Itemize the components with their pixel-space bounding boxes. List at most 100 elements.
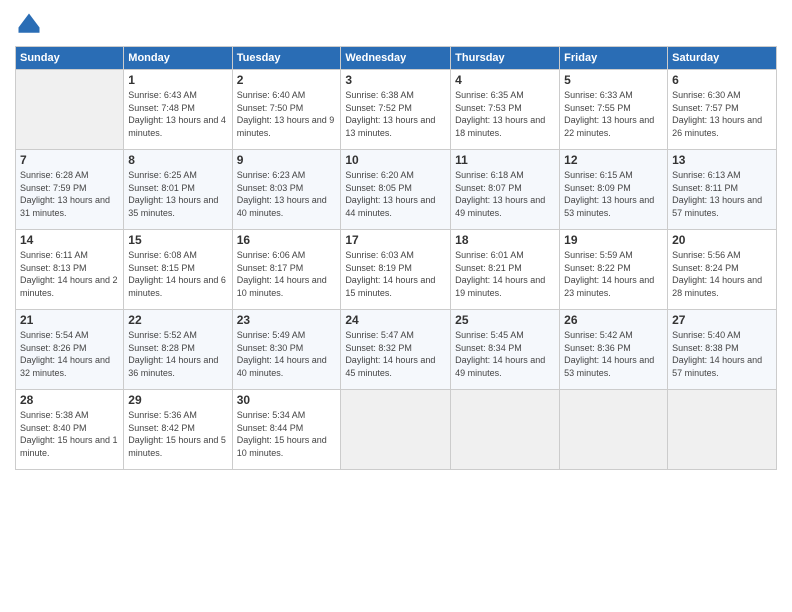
cell-day-number: 7: [20, 153, 119, 167]
calendar-cell: 3Sunrise: 6:38 AMSunset: 7:52 PMDaylight…: [341, 70, 451, 150]
cell-info: Sunrise: 5:47 AMSunset: 8:32 PMDaylight:…: [345, 329, 446, 379]
calendar-cell: 13 Sunrise: 6:13 AMSunset: 8:11 PMDayligh…: [668, 150, 777, 230]
cell-day-number: 29: [128, 393, 227, 407]
calendar-body: 1Sunrise: 6:43 AMSunset: 7:48 PMDaylight…: [16, 70, 777, 470]
cell-info: Sunrise: 5:42 AMSunset: 8:36 PMDaylight:…: [564, 329, 663, 379]
cell-info: Sunrise: 6:35 AMSunset: 7:53 PMDaylight:…: [455, 89, 555, 139]
cell-info: Sunrise: 6:06 AMSunset: 8:17 PMDaylight:…: [237, 249, 337, 299]
calendar-cell: 25 Sunrise: 5:45 AMSunset: 8:34 PMDayligh…: [451, 310, 560, 390]
cell-day-number: 6: [672, 73, 772, 87]
calendar-cell: 19 Sunrise: 5:59 AMSunset: 8:22 PMDayligh…: [560, 230, 668, 310]
calendar-cell: 30 Sunrise: 5:34 AMSunset: 8:44 PMDayligh…: [232, 390, 341, 470]
calendar-cell: 22 Sunrise: 5:52 AMSunset: 8:28 PMDayligh…: [124, 310, 232, 390]
calendar-cell: 8 Sunrise: 6:25 AMSunset: 8:01 PMDaylight…: [124, 150, 232, 230]
cell-day-number: 16: [237, 233, 337, 247]
calendar-cell: [341, 390, 451, 470]
cell-info: Sunrise: 5:45 AMSunset: 8:34 PMDaylight:…: [455, 329, 555, 379]
cell-info: Sunrise: 5:52 AMSunset: 8:28 PMDaylight:…: [128, 329, 227, 379]
calendar-cell: 28Sunrise: 5:38 AMSunset: 8:40 PMDayligh…: [16, 390, 124, 470]
cell-info: Sunrise: 6:15 AMSunset: 8:09 PMDaylight:…: [564, 169, 663, 219]
cell-day-number: 27: [672, 313, 772, 327]
calendar-cell: 15 Sunrise: 6:08 AMSunset: 8:15 PMDayligh…: [124, 230, 232, 310]
cell-info: Sunrise: 6:13 AMSunset: 8:11 PMDaylight:…: [672, 169, 772, 219]
calendar-cell: 12 Sunrise: 6:15 AMSunset: 8:09 PMDayligh…: [560, 150, 668, 230]
calendar-week-row: 14 Sunrise: 6:11 AMSunset: 8:13 PMDayligh…: [16, 230, 777, 310]
logo: [15, 10, 47, 38]
calendar-cell: [16, 70, 124, 150]
cell-day-number: 14: [20, 233, 119, 247]
cell-info: Sunrise: 6:43 AMSunset: 7:48 PMDaylight:…: [128, 89, 227, 139]
day-header-cell: Sunday: [16, 47, 124, 70]
calendar-cell: 11 Sunrise: 6:18 AMSunset: 8:07 PMDayligh…: [451, 150, 560, 230]
day-header-cell: Tuesday: [232, 47, 341, 70]
calendar-week-row: 21 Sunrise: 5:54 AMSunset: 8:26 PMDayligh…: [16, 310, 777, 390]
header: [15, 10, 777, 38]
calendar-cell: 17Sunrise: 6:03 AMSunset: 8:19 PMDayligh…: [341, 230, 451, 310]
cell-day-number: 12: [564, 153, 663, 167]
calendar-week-row: 1Sunrise: 6:43 AMSunset: 7:48 PMDaylight…: [16, 70, 777, 150]
calendar-cell: 29Sunrise: 5:36 AMSunset: 8:42 PMDayligh…: [124, 390, 232, 470]
cell-info: Sunrise: 5:59 AMSunset: 8:22 PMDaylight:…: [564, 249, 663, 299]
cell-day-number: 15: [128, 233, 227, 247]
cell-info: Sunrise: 6:08 AMSunset: 8:15 PMDaylight:…: [128, 249, 227, 299]
day-header-cell: Friday: [560, 47, 668, 70]
day-header-row: SundayMondayTuesdayWednesdayThursdayFrid…: [16, 47, 777, 70]
calendar-cell: 7 Sunrise: 6:28 AMSunset: 7:59 PMDaylight…: [16, 150, 124, 230]
cell-day-number: 5: [564, 73, 663, 87]
cell-info: Sunrise: 6:33 AMSunset: 7:55 PMDaylight:…: [564, 89, 663, 139]
cell-info: Sunrise: 6:23 AMSunset: 8:03 PMDaylight:…: [237, 169, 337, 219]
calendar-cell: 24 Sunrise: 5:47 AMSunset: 8:32 PMDayligh…: [341, 310, 451, 390]
calendar-week-row: 28Sunrise: 5:38 AMSunset: 8:40 PMDayligh…: [16, 390, 777, 470]
cell-day-number: 24: [345, 313, 446, 327]
cell-info: Sunrise: 6:18 AMSunset: 8:07 PMDaylight:…: [455, 169, 555, 219]
cell-info: Sunrise: 6:28 AMSunset: 7:59 PMDaylight:…: [20, 169, 119, 219]
cell-info: Sunrise: 5:56 AMSunset: 8:24 PMDaylight:…: [672, 249, 772, 299]
cell-day-number: 28: [20, 393, 119, 407]
page: SundayMondayTuesdayWednesdayThursdayFrid…: [0, 0, 792, 612]
cell-day-number: 19: [564, 233, 663, 247]
calendar-cell: 26 Sunrise: 5:42 AMSunset: 8:36 PMDayligh…: [560, 310, 668, 390]
cell-day-number: 13: [672, 153, 772, 167]
cell-day-number: 18: [455, 233, 555, 247]
cell-info: Sunrise: 6:30 AMSunset: 7:57 PMDaylight:…: [672, 89, 772, 139]
cell-day-number: 10: [345, 153, 446, 167]
cell-day-number: 17: [345, 233, 446, 247]
calendar-cell: 23Sunrise: 5:49 AMSunset: 8:30 PMDayligh…: [232, 310, 341, 390]
calendar-cell: 10Sunrise: 6:20 AMSunset: 8:05 PMDayligh…: [341, 150, 451, 230]
cell-info: Sunrise: 5:34 AMSunset: 8:44 PMDaylight:…: [237, 409, 337, 459]
calendar-cell: 1Sunrise: 6:43 AMSunset: 7:48 PMDaylight…: [124, 70, 232, 150]
cell-day-number: 4: [455, 73, 555, 87]
day-header-cell: Thursday: [451, 47, 560, 70]
calendar-cell: 5 Sunrise: 6:33 AMSunset: 7:55 PMDaylight…: [560, 70, 668, 150]
calendar-cell: 4 Sunrise: 6:35 AMSunset: 7:53 PMDaylight…: [451, 70, 560, 150]
calendar-cell: 2 Sunrise: 6:40 AMSunset: 7:50 PMDaylight…: [232, 70, 341, 150]
cell-day-number: 25: [455, 313, 555, 327]
cell-day-number: 2: [237, 73, 337, 87]
cell-day-number: 8: [128, 153, 227, 167]
cell-info: Sunrise: 5:54 AMSunset: 8:26 PMDaylight:…: [20, 329, 119, 379]
cell-info: Sunrise: 5:40 AMSunset: 8:38 PMDaylight:…: [672, 329, 772, 379]
calendar-cell: 9 Sunrise: 6:23 AMSunset: 8:03 PMDaylight…: [232, 150, 341, 230]
cell-info: Sunrise: 6:11 AMSunset: 8:13 PMDaylight:…: [20, 249, 119, 299]
cell-day-number: 9: [237, 153, 337, 167]
day-header-cell: Wednesday: [341, 47, 451, 70]
cell-info: Sunrise: 6:01 AMSunset: 8:21 PMDaylight:…: [455, 249, 555, 299]
calendar-week-row: 7 Sunrise: 6:28 AMSunset: 7:59 PMDaylight…: [16, 150, 777, 230]
cell-info: Sunrise: 6:25 AMSunset: 8:01 PMDaylight:…: [128, 169, 227, 219]
cell-day-number: 22: [128, 313, 227, 327]
cell-day-number: 11: [455, 153, 555, 167]
cell-day-number: 30: [237, 393, 337, 407]
calendar-cell: 6 Sunrise: 6:30 AMSunset: 7:57 PMDaylight…: [668, 70, 777, 150]
calendar-cell: [451, 390, 560, 470]
calendar-cell: 18 Sunrise: 6:01 AMSunset: 8:21 PMDayligh…: [451, 230, 560, 310]
cell-day-number: 20: [672, 233, 772, 247]
calendar-cell: 20 Sunrise: 5:56 AMSunset: 8:24 PMDayligh…: [668, 230, 777, 310]
calendar-header: SundayMondayTuesdayWednesdayThursdayFrid…: [16, 47, 777, 70]
day-header-cell: Monday: [124, 47, 232, 70]
cell-day-number: 21: [20, 313, 119, 327]
cell-info: Sunrise: 5:49 AMSunset: 8:30 PMDaylight:…: [237, 329, 337, 379]
calendar-cell: [668, 390, 777, 470]
cell-day-number: 26: [564, 313, 663, 327]
cell-info: Sunrise: 6:40 AMSunset: 7:50 PMDaylight:…: [237, 89, 337, 139]
calendar-cell: [560, 390, 668, 470]
